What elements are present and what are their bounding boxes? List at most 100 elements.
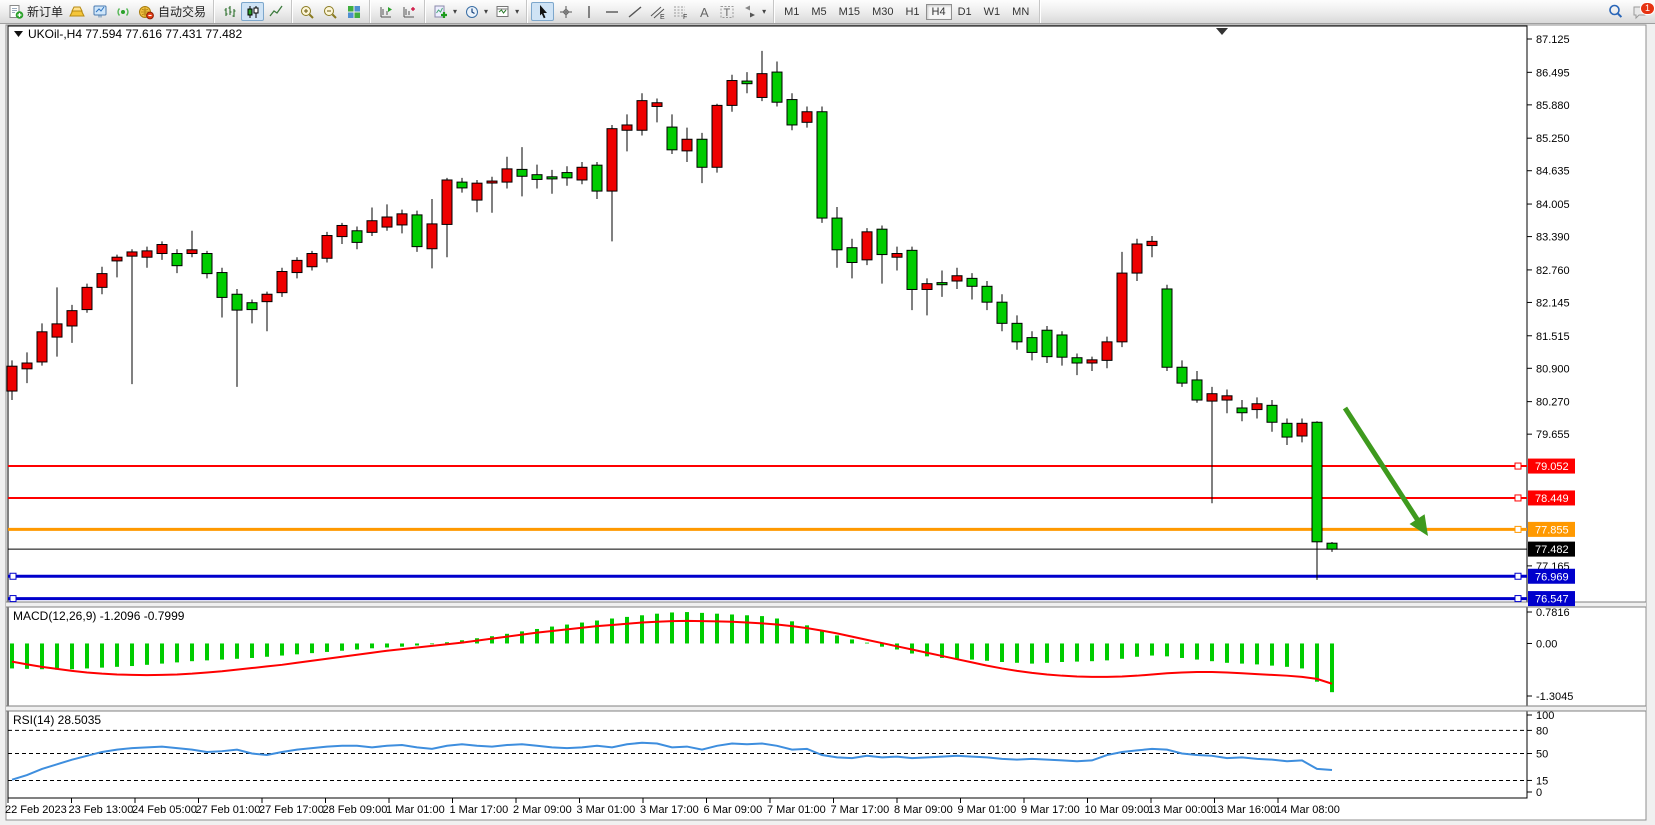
candle-bearish [562, 173, 572, 178]
candle-bullish [112, 257, 122, 261]
candle-bullish [382, 217, 392, 227]
auto-scroll-button[interactable] [374, 2, 397, 21]
price-tick-label: 83.390 [1536, 232, 1570, 244]
candle-bearish [937, 283, 947, 285]
line-chart-icon [267, 3, 284, 20]
candle-bearish [742, 81, 752, 84]
arrows-button[interactable]: ▾ [738, 2, 769, 21]
macd-title: MACD(12,26,9) -1.2096 -0.7999 [13, 609, 185, 623]
candle-bullish [1297, 423, 1307, 436]
autotrading-button[interactable]: 自动交易 [135, 2, 209, 21]
date-label: 24 Feb 05:00 [132, 804, 197, 816]
candle-bullish [922, 284, 932, 290]
date-label: 10 Mar 09:00 [1085, 804, 1150, 816]
new-order-icon [7, 3, 24, 20]
candle-bearish [172, 254, 182, 266]
candle-bullish [427, 224, 437, 249]
tf-m15-button[interactable]: M15 [833, 4, 866, 20]
line-handle[interactable] [1515, 573, 1521, 579]
candle-bearish [202, 254, 212, 274]
candle-bullish [37, 332, 47, 362]
tf-m5-button[interactable]: M5 [805, 4, 832, 20]
fibonacci-button[interactable]: F [669, 2, 692, 21]
tf-h4-button[interactable]: H4 [926, 4, 952, 20]
price-line-label: 77.482 [1535, 544, 1569, 556]
candle-bullish [1087, 360, 1097, 363]
new-order-button[interactable]: 新订单 [4, 2, 66, 21]
toolbar-group-indicators: ▾ ▾ ▾ [425, 0, 527, 23]
zoom-out-button[interactable] [319, 2, 342, 21]
candle-bullish [52, 324, 62, 337]
line-handle[interactable] [1515, 596, 1521, 602]
cursor-button[interactable] [531, 2, 554, 21]
candle-bearish [412, 215, 422, 247]
candle-bearish [787, 100, 797, 125]
crosshair-icon [557, 3, 574, 20]
candle-bullish [652, 103, 662, 107]
gold-button[interactable] [66, 2, 89, 21]
candle-bullish [442, 180, 452, 224]
line-handle[interactable] [10, 596, 16, 602]
autotrading-label: 自动交易 [158, 3, 206, 20]
toolbar-group-trade: 新订单 自动交易 [0, 0, 214, 23]
tile-windows-button[interactable] [342, 2, 365, 21]
templates-button[interactable]: ▾ [491, 2, 522, 21]
text-label-button[interactable]: T [715, 2, 738, 21]
candle-bearish [772, 72, 782, 102]
timeframes-menu-button[interactable]: ▾ [460, 2, 491, 21]
trendline-button[interactable] [623, 2, 646, 21]
line-handle[interactable] [1515, 463, 1521, 469]
search-icon[interactable] [1607, 3, 1624, 20]
zoom-in-button[interactable] [296, 2, 319, 21]
candle-bullish [727, 81, 737, 106]
price-tick-label: 87.125 [1536, 34, 1570, 46]
panel-separator[interactable] [6, 602, 1646, 607]
tf-m1-button[interactable]: M1 [778, 4, 805, 20]
candle-bullish [862, 232, 872, 260]
candle-bullish [322, 236, 332, 259]
line-handle[interactable] [1515, 526, 1521, 532]
template-icon [494, 3, 511, 20]
equidistant-channel-button[interactable]: E [646, 2, 669, 21]
signal-button[interactable] [112, 2, 135, 21]
bar-chart-button[interactable] [218, 2, 241, 21]
horizontal-line-button[interactable] [600, 2, 623, 21]
vertical-line-button[interactable] [577, 2, 600, 21]
auto-scroll-icon [377, 3, 394, 20]
candle-bearish [667, 127, 677, 150]
clock-icon [463, 3, 480, 20]
line-handle[interactable] [10, 573, 16, 579]
crosshair-button[interactable] [554, 2, 577, 21]
candlestick-chart-icon [244, 3, 261, 20]
market-watch-button[interactable] [89, 2, 112, 21]
tf-w1-button[interactable]: W1 [978, 4, 1007, 20]
tf-h1-button[interactable]: H1 [899, 4, 925, 20]
horizontal-line-icon [603, 3, 620, 20]
price-line-label: 78.449 [1535, 493, 1569, 505]
candle-bullish [1132, 244, 1142, 273]
tile-windows-icon [345, 3, 362, 20]
candle-bearish [997, 302, 1007, 323]
candle-bullish [22, 363, 32, 369]
candlestick-chart-button[interactable] [241, 2, 264, 21]
text-button[interactable]: A [692, 2, 715, 21]
line-handle[interactable] [1515, 495, 1521, 501]
chart-canvas[interactable]: 87.12586.49585.88085.25084.63584.00583.3… [0, 0, 1655, 825]
tf-m30-button[interactable]: M30 [866, 4, 899, 20]
candle-bullish [7, 366, 17, 391]
candle-bullish [397, 214, 407, 225]
tf-d1-button[interactable]: D1 [952, 4, 978, 20]
candle-bullish [472, 183, 482, 200]
tf-mn-button[interactable]: MN [1006, 4, 1035, 20]
panel-separator[interactable] [6, 706, 1646, 711]
chat-button[interactable]: 1 [1632, 3, 1649, 20]
chart-shift-button[interactable] [397, 2, 420, 21]
candle-bullish [802, 112, 812, 123]
line-chart-button[interactable] [264, 2, 287, 21]
candle-bullish [637, 101, 647, 131]
price-tick-label: 84.005 [1536, 199, 1570, 211]
date-label: 7 Mar 17:00 [831, 804, 890, 816]
price-tick-label: 86.495 [1536, 67, 1570, 79]
date-label: 3 Mar 01:00 [577, 804, 636, 816]
indicators-button[interactable]: ▾ [429, 2, 460, 21]
